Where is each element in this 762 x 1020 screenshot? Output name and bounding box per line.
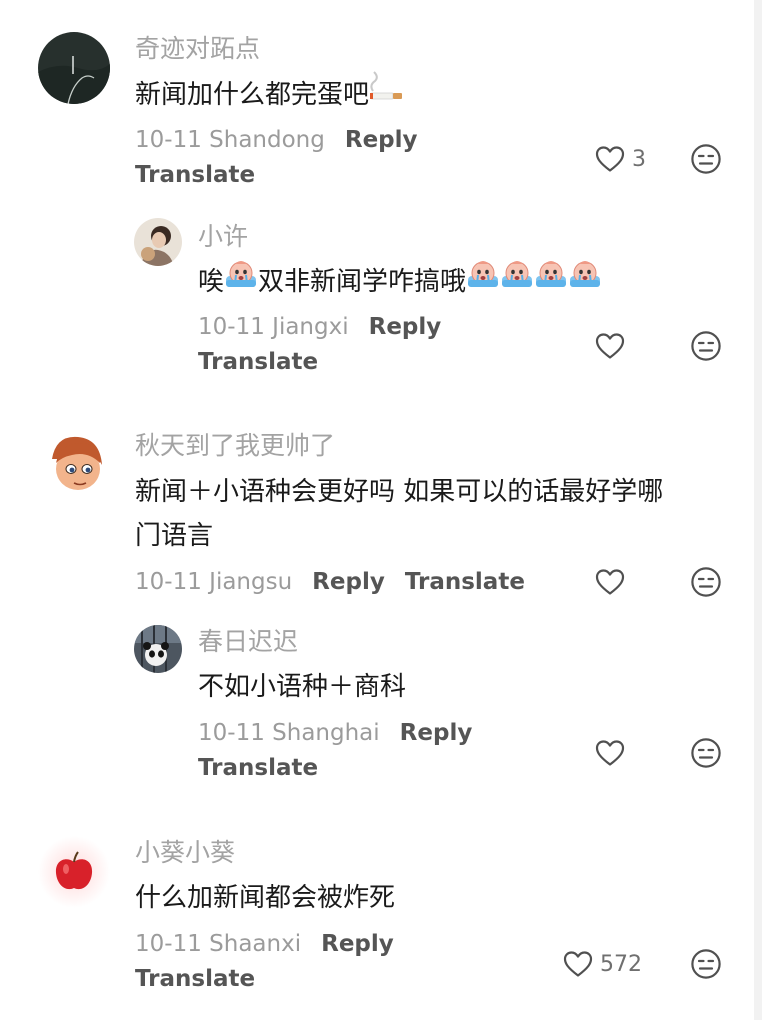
meh-face-icon[interactable] (690, 737, 722, 769)
comment-location: Jiangsu (209, 569, 293, 595)
username[interactable]: 春日迟迟 (198, 626, 298, 658)
comment-text: 唉 双非新闻学咋搞哦 (198, 260, 602, 304)
meh-face-icon[interactable] (690, 143, 722, 175)
comment-meta: 10-11 Jiangsu Reply Translate (135, 566, 525, 598)
comment-date: 10-11 (135, 931, 202, 957)
comment-item: 奇迹对跖点 新闻加什么都完蛋吧 10-11 Shandong Reply Tran… (0, 0, 754, 210)
comment-text-body: 什么加新闻都会被炸死 (135, 883, 396, 913)
username[interactable]: 奇迹对跖点 (135, 33, 260, 65)
avatar[interactable] (38, 836, 110, 908)
meh-face-icon[interactable] (690, 948, 722, 980)
red-apple-avatar (38, 836, 110, 908)
comment-location: Shandong (209, 127, 325, 153)
reply-button[interactable]: Reply (369, 314, 442, 340)
username[interactable]: 小许 (198, 221, 248, 253)
reply-button[interactable]: Reply (321, 931, 394, 957)
like-button[interactable]: 572 (562, 947, 642, 981)
comment-meta: 10-11 Jiangxi Reply (198, 311, 441, 343)
comment-text-body: 新闻加什么都完蛋吧 (135, 80, 370, 110)
like-count: 572 (600, 951, 642, 977)
cartoon-boy-avatar (38, 429, 110, 501)
comment-meta: 10-11 Shaanxi Reply (135, 928, 394, 960)
meh-face-icon[interactable] (690, 330, 722, 362)
translate-button[interactable]: Translate (405, 569, 525, 595)
heart-outline-icon (594, 737, 626, 769)
translate-button[interactable]: Translate (198, 752, 318, 784)
comment-date: 10-11 (198, 720, 265, 746)
comment-text-line: 新闻＋小语种会更好吗 如果可以的话最好学哪 (135, 477, 664, 507)
crying-emoji (500, 256, 534, 304)
heart-outline-icon (562, 948, 594, 980)
comment-text: 新闻＋小语种会更好吗 如果可以的话最好学哪 门语言 (135, 470, 663, 558)
comment-item: 小许 唉 双非新闻学咋搞哦 10-11 Jiangxi Reply Translat… (0, 210, 754, 400)
username[interactable]: 小葵小葵 (135, 837, 235, 869)
comment-text-body: 双非新闻学咋搞哦 (258, 267, 467, 297)
comment-location: Shaanxi (209, 931, 302, 957)
crying-emoji (224, 256, 258, 304)
comment-meta: 10-11 Shanghai Reply (198, 717, 472, 749)
crying-emoji (466, 256, 500, 304)
scrollbar-track[interactable] (754, 0, 762, 1020)
heart-outline-icon (594, 566, 626, 598)
comment-text: 新闻加什么都完蛋吧 (135, 70, 405, 117)
avatar[interactable] (38, 32, 110, 104)
username[interactable]: 秋天到了我更帅了 (135, 430, 335, 462)
like-button[interactable] (594, 329, 626, 363)
meh-face-icon[interactable] (690, 566, 722, 598)
heart-outline-icon (594, 330, 626, 362)
like-count: 3 (632, 146, 646, 172)
comment-meta: 10-11 Shandong Reply (135, 124, 418, 156)
comment-date: 10-11 (198, 314, 265, 340)
comment-text: 什么加新闻都会被炸死 (135, 876, 395, 920)
comment-text-start: 唉 (198, 267, 225, 297)
like-button[interactable] (594, 565, 626, 599)
translate-button[interactable]: Translate (135, 159, 255, 191)
comment-location: Shanghai (272, 720, 380, 746)
reply-button[interactable]: Reply (345, 127, 418, 153)
comment-text-body: 不如小语种＋商科 (198, 672, 407, 702)
avatar[interactable] (134, 218, 182, 266)
avatar[interactable] (134, 625, 182, 673)
heart-outline-icon (594, 143, 626, 175)
comment-date: 10-11 (135, 127, 202, 153)
crying-emoji (568, 256, 602, 304)
photo-avatar (134, 218, 182, 266)
comment-item: 秋天到了我更帅了 新闻＋小语种会更好吗 如果可以的话最好学哪 门语言 10-11… (0, 400, 754, 610)
avatar[interactable] (38, 429, 110, 501)
cigarette-emoji (369, 70, 405, 115)
comment-text-line: 门语言 (135, 521, 214, 551)
crying-emoji (534, 256, 568, 304)
comment-item: 春日迟迟 不如小语种＋商科 10-11 Shanghai Reply Transl… (0, 610, 754, 810)
translate-button[interactable]: Translate (198, 346, 318, 378)
translate-button[interactable]: Translate (135, 963, 255, 995)
comment-text: 不如小语种＋商科 (198, 665, 406, 709)
comment-item: 小葵小葵 什么加新闻都会被炸死 10-11 Shaanxi Reply Trans… (0, 810, 754, 1020)
like-button[interactable] (594, 736, 626, 770)
reply-button[interactable]: Reply (400, 720, 473, 746)
dark-landscape-avatar (38, 32, 110, 104)
reply-button[interactable]: Reply (312, 569, 385, 595)
comment-date: 10-11 (135, 569, 202, 595)
like-button[interactable]: 3 (594, 142, 646, 176)
comment-location: Jiangxi (272, 314, 349, 340)
panda-photo-avatar (134, 625, 182, 673)
